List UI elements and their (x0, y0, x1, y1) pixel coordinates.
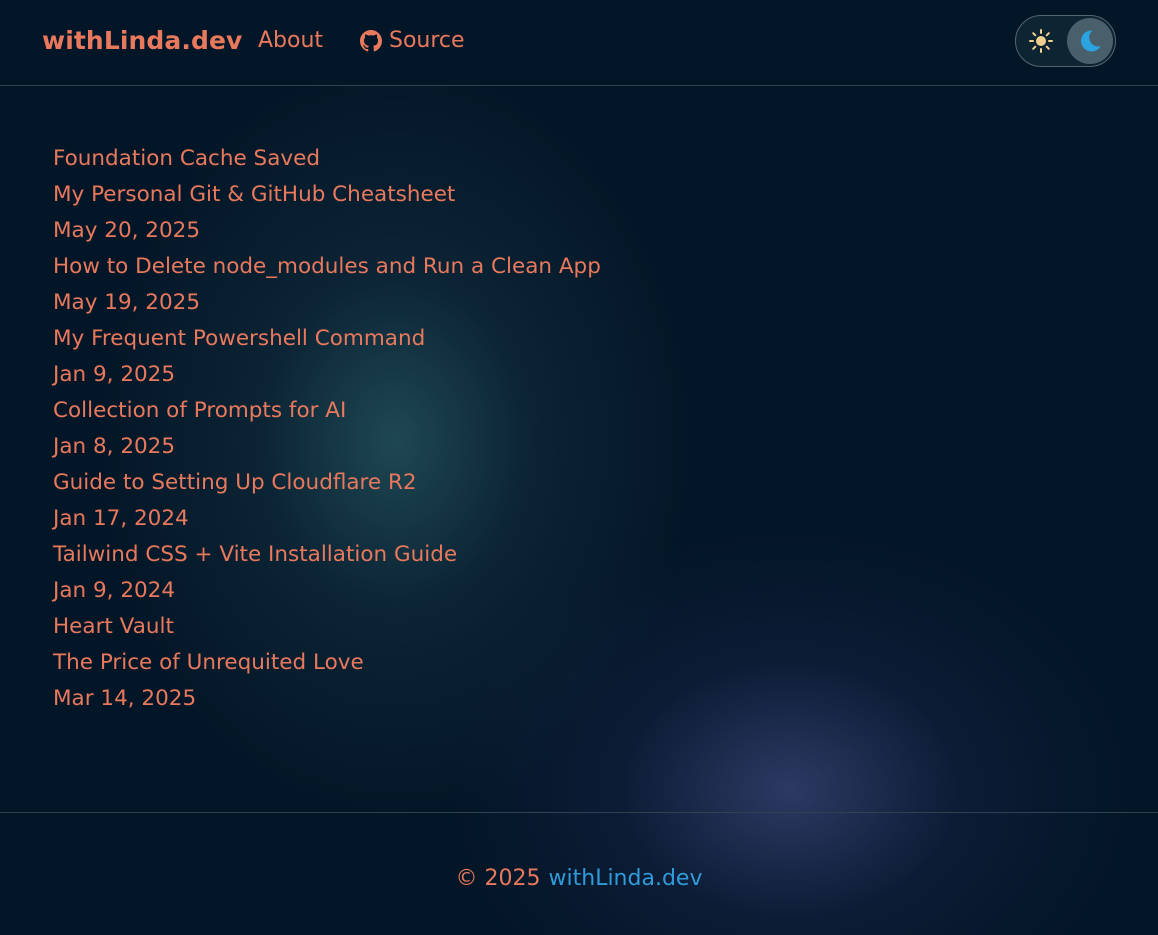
post-link[interactable]: The Price of Unrequited Love (53, 650, 364, 675)
post-link[interactable]: My Frequent Powershell Command (53, 326, 425, 351)
post-date: Jan 9, 2024 (53, 578, 176, 603)
sun-icon[interactable] (1028, 28, 1054, 54)
post-title[interactable]: Collection of Prompts for AI (53, 393, 601, 429)
nav-source-label: Source (389, 28, 465, 53)
post-title[interactable]: My Frequent Powershell Command (53, 321, 601, 357)
nav-about-link[interactable]: About (258, 26, 323, 56)
site-footer: © 2025 withLinda.dev (0, 812, 1158, 935)
post-link[interactable]: Foundation Cache Saved (53, 146, 320, 171)
site-header: withLinda.dev About Source (0, 0, 1158, 86)
footer-line: © 2025 withLinda.dev (0, 864, 1158, 894)
post-title[interactable]: My Personal Git & GitHub Cheatsheet (53, 177, 601, 213)
footer-brand-link[interactable]: withLinda.dev (549, 866, 703, 891)
theme-toggle[interactable] (1015, 15, 1116, 67)
post-link[interactable]: How to Delete node_modules and Run a Cle… (53, 254, 601, 279)
post-link[interactable]: Heart Vault (53, 614, 174, 639)
post-date: Jan 8, 2025 (53, 434, 176, 459)
post-title[interactable]: How to Delete node_modules and Run a Cle… (53, 249, 601, 285)
brand-logo-link[interactable]: withLinda.dev (42, 24, 242, 58)
post-link[interactable]: Tailwind CSS + Vite Installation Guide (53, 542, 457, 567)
post-date: Jan 17, 2024 (53, 506, 189, 531)
post-link[interactable]: My Personal Git & GitHub Cheatsheet (53, 182, 455, 207)
github-icon (360, 30, 382, 52)
post-link[interactable]: Guide to Setting Up Cloudflare R2 (53, 470, 417, 495)
moon-icon (1081, 30, 1101, 52)
post-date: Mar 14, 2025 (53, 686, 197, 711)
post-date: Jan 9, 2025 (53, 362, 176, 387)
nav-source-link[interactable]: Source (360, 26, 465, 56)
post-title[interactable]: The Price of Unrequited Love (53, 645, 601, 681)
post-title[interactable]: Foundation Cache Saved (53, 141, 601, 177)
post-title[interactable]: Guide to Setting Up Cloudflare R2 (53, 465, 601, 501)
post-link[interactable]: Collection of Prompts for AI (53, 398, 346, 423)
post-title[interactable]: Heart Vault (53, 609, 601, 645)
post-date: May 19, 2025 (53, 290, 201, 315)
theme-toggle-knob[interactable] (1067, 18, 1113, 64)
post-title[interactable]: Tailwind CSS + Vite Installation Guide (53, 537, 601, 573)
post-list: Foundation Cache Saved My Personal Git &… (53, 141, 601, 717)
footer-copyright: © 2025 (455, 866, 541, 891)
post-date: May 20, 2025 (53, 218, 201, 243)
